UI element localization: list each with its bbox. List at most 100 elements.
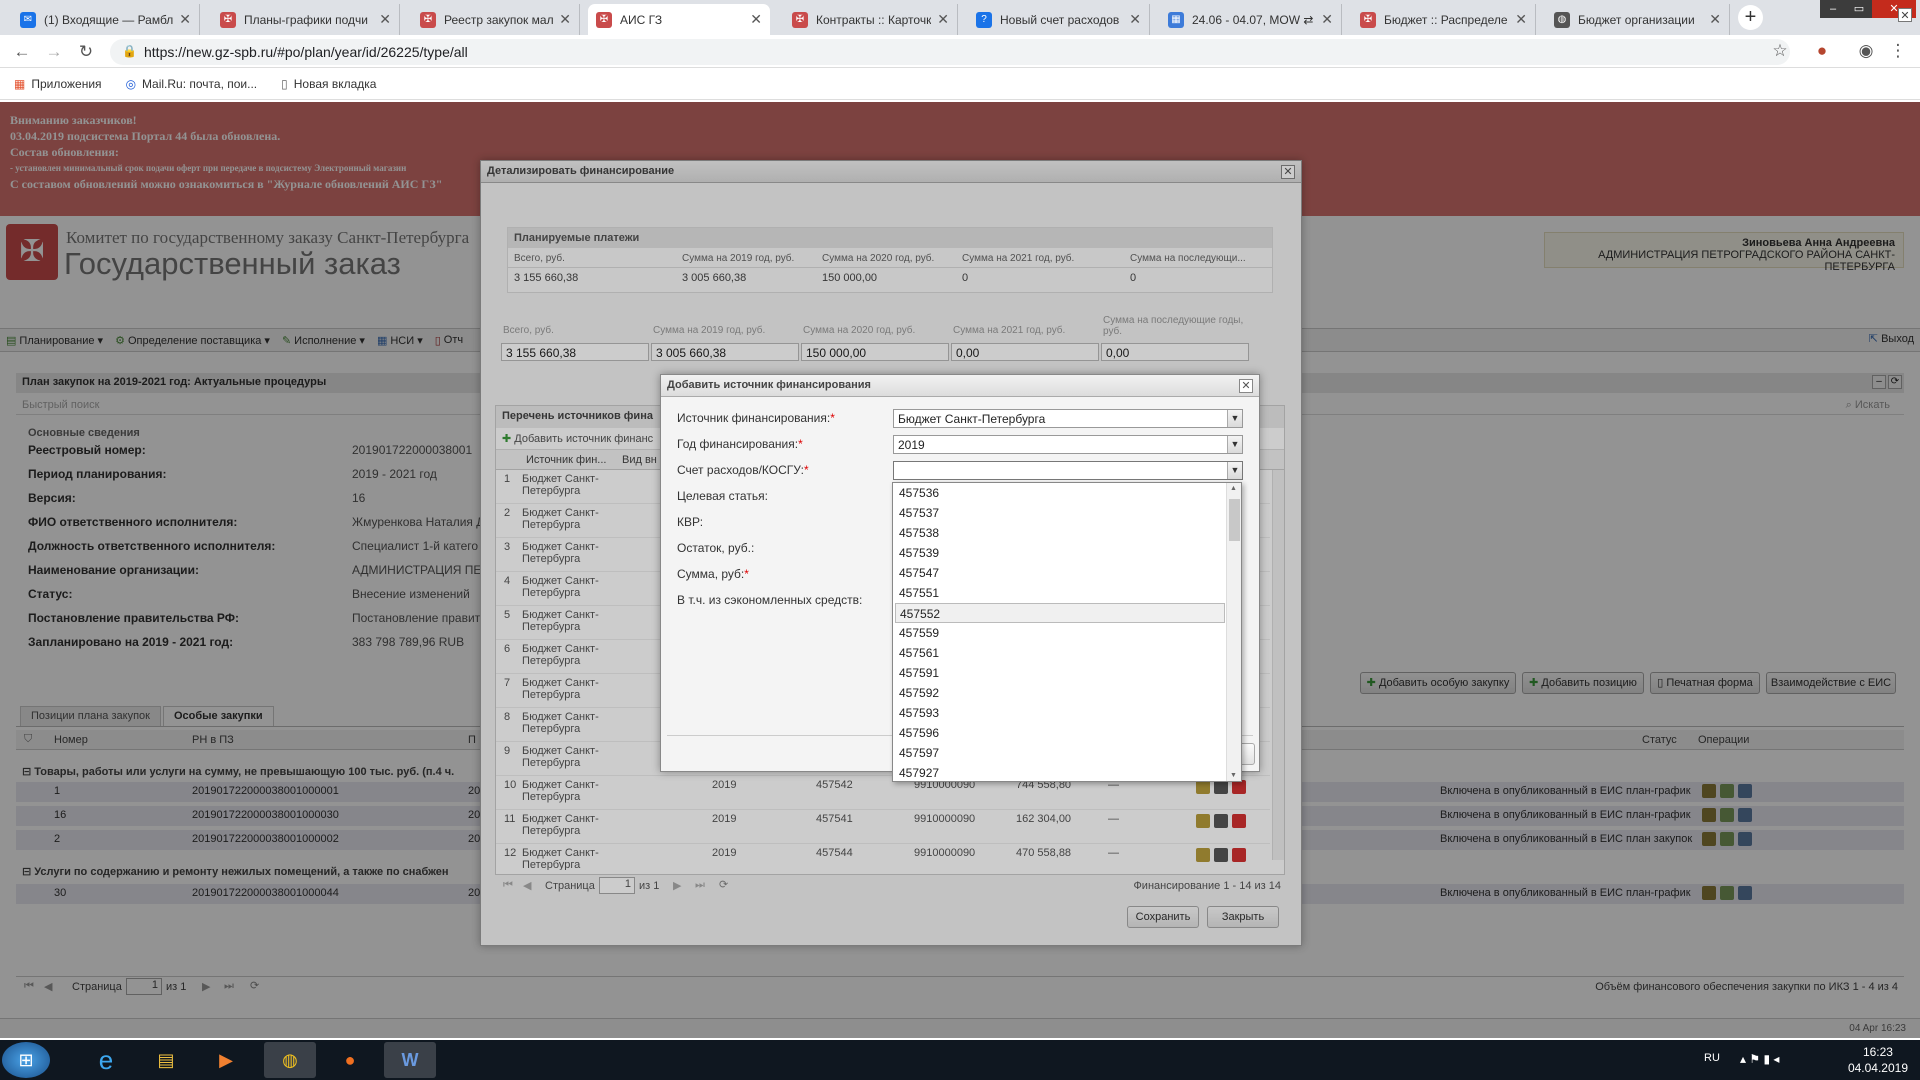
dropdown-option[interactable]: 457561 xyxy=(895,643,1225,663)
required-mark: * xyxy=(830,411,835,425)
reload-icon[interactable]: ↻ xyxy=(76,43,96,61)
tab-close-icon[interactable]: ✕ xyxy=(1129,11,1141,28)
tab-close-icon[interactable]: ✕ xyxy=(379,11,391,28)
dropdown-option[interactable]: 457552 xyxy=(895,603,1225,623)
browser-tab[interactable]: ✠ Реестр закупок малого ✕ xyxy=(412,4,580,35)
chevron-down-icon[interactable]: ▼ xyxy=(1227,462,1242,479)
browser-tab-bar: ✉ (1) Входящие — Рамбл ✕ ✠ Планы-графики под… xyxy=(0,0,1920,35)
browser-tab[interactable]: ✠ Бюджет :: Распределе ✕ xyxy=(1352,4,1536,35)
back-icon[interactable]: ← xyxy=(12,43,32,61)
tab-close-icon[interactable]: ✕ xyxy=(1515,11,1527,28)
gz-logo-icon: ✠ xyxy=(420,11,436,28)
tab-close-icon[interactable]: ✕ xyxy=(1709,11,1721,28)
dropdown-scrollbar[interactable]: ▲ ▼ xyxy=(1226,483,1241,781)
url-text: https://new.gz-spb.ru/#po/plan/year/id/2… xyxy=(144,44,468,60)
label-text: Год финансирования: xyxy=(677,437,799,451)
scroll-down-icon[interactable]: ▼ xyxy=(1230,772,1237,779)
browser-tab[interactable]: ✠ АИС ГЗ ✕ xyxy=(588,4,770,35)
dropdown-option[interactable]: 457927 xyxy=(895,763,1225,781)
start-button[interactable]: ⊞ xyxy=(2,1042,50,1078)
clock-date: 04.04.2019 xyxy=(1847,1061,1908,1075)
dropdown-option[interactable]: 457551 xyxy=(895,583,1225,603)
help-icon: ? xyxy=(976,11,992,28)
dropdown-option[interactable]: 457591 xyxy=(895,663,1225,683)
language-indicator[interactable]: RU xyxy=(1704,1052,1720,1064)
banner-close-icon[interactable]: ✕ xyxy=(1898,8,1912,22)
star-icon[interactable]: ☆ xyxy=(1770,42,1790,60)
browser-tab[interactable]: ✠ Планы-графики подчи ✕ xyxy=(212,4,400,35)
tab-title: АИС ГЗ xyxy=(620,12,663,27)
scroll-up-icon[interactable]: ▲ xyxy=(1230,485,1237,492)
field-label-kvr: КВР: xyxy=(677,515,704,529)
browser-tab[interactable]: ◍ Бюджет организации ✕ xyxy=(1546,4,1730,35)
browser-menu-icon[interactable]: ⋮ xyxy=(1888,42,1908,60)
dropdown-option[interactable]: 457547 xyxy=(895,563,1225,583)
required-mark: * xyxy=(744,567,749,581)
forward-icon[interactable]: → xyxy=(44,43,64,61)
label-text: Счет расходов/КОСГУ: xyxy=(677,463,804,477)
chevron-down-icon[interactable]: ▼ xyxy=(1227,436,1242,453)
maximize-button[interactable]: ▭ xyxy=(1846,0,1872,18)
bookmarks-bar: ▦ Приложения ◎ Mail.Ru: почта, пои... ▯ Нов… xyxy=(0,68,1920,100)
required-mark: * xyxy=(798,437,803,451)
browser-tab[interactable]: ✉ (1) Входящие — Рамбл ✕ xyxy=(12,4,200,35)
tab-title: 24.06 - 04.07, MOW ⇄ xyxy=(1192,12,1314,27)
select-value: 2019 xyxy=(898,438,925,452)
tab-title: Планы-графики подчи xyxy=(244,12,369,27)
mail-icon: ✉ xyxy=(20,11,36,28)
dropdown-option[interactable]: 457559 xyxy=(895,623,1225,643)
close-icon[interactable]: ✕ xyxy=(1239,379,1253,393)
year-select[interactable]: 2019 ▼ xyxy=(893,435,1243,454)
dropdown-option[interactable]: 457597 xyxy=(895,743,1225,763)
dropdown-option[interactable]: 457539 xyxy=(895,543,1225,563)
dropdown-option[interactable]: 457537 xyxy=(895,503,1225,523)
required-mark: * xyxy=(803,463,809,477)
field-label-kosgu: Счет расходов/КОСГУ:* xyxy=(677,463,809,477)
dropdown-option[interactable]: 457536 xyxy=(895,483,1225,503)
new-tab-button[interactable]: + xyxy=(1738,5,1763,30)
ie-icon[interactable]: e xyxy=(80,1042,132,1078)
tab-close-icon[interactable]: ✕ xyxy=(937,11,949,28)
word-icon[interactable]: W xyxy=(384,1042,436,1078)
browser-tab[interactable]: ? Новый счет расходов ✕ xyxy=(968,4,1150,35)
label-text: Сумма, руб: xyxy=(677,567,745,581)
tab-close-icon[interactable]: ✕ xyxy=(1321,11,1333,28)
dropdown-option[interactable]: 457593 xyxy=(895,703,1225,723)
tray-icons[interactable]: ▴ ⚑ ▮ ◂ xyxy=(1740,1052,1779,1066)
gz-logo-icon: ✠ xyxy=(792,11,808,28)
chevron-down-icon[interactable]: ▼ xyxy=(1227,410,1242,427)
tab-close-icon[interactable]: ✕ xyxy=(559,11,571,28)
bookmark-mailru[interactable]: ◎ Mail.Ru: почта, пои... xyxy=(126,77,258,91)
chrome-icon[interactable]: ◍ xyxy=(264,1042,316,1078)
clock[interactable]: 16:23 04.04.2019 xyxy=(1848,1044,1908,1076)
url-field[interactable]: 🔒 https://new.gz-spb.ru/#po/plan/year/id… xyxy=(110,39,1790,65)
dropdown-option[interactable]: 457592 xyxy=(895,683,1225,703)
bookmark-apps[interactable]: ▦ Приложения xyxy=(14,77,102,91)
kosgu-select[interactable]: ▼ xyxy=(893,461,1243,480)
globe-icon: ◍ xyxy=(1554,11,1570,28)
kosgu-dropdown-list[interactable]: 457536 457537 457538 457539 457547 457551 4575… xyxy=(892,482,1242,782)
clock-time: 16:23 xyxy=(1862,1045,1893,1059)
select-value: Бюджет Санкт-Петербурга xyxy=(898,412,1046,426)
tab-close-icon[interactable]: ✕ xyxy=(179,11,191,28)
bookmark-newtab[interactable]: ▯ Новая вкладка xyxy=(281,77,376,91)
dropdown-option[interactable]: 457538 xyxy=(895,523,1225,543)
explorer-icon[interactable]: ▤ xyxy=(140,1042,192,1078)
source-select[interactable]: Бюджет Санкт-Петербурга ▼ xyxy=(893,409,1243,428)
browser-tab[interactable]: ✠ Контракты :: Карточка ✕ xyxy=(784,4,958,35)
profile-icon[interactable]: ◉ xyxy=(1856,42,1876,60)
extension-icon[interactable]: ● xyxy=(1812,42,1832,60)
firefox-icon[interactable]: ● xyxy=(324,1042,376,1078)
tab-title: Контракты :: Карточка xyxy=(816,12,932,27)
media-player-icon[interactable]: ▶ xyxy=(200,1042,252,1078)
minimize-button[interactable]: – xyxy=(1820,0,1846,18)
dialog-title: Добавить источник финансирования xyxy=(661,375,1259,397)
field-label-year: Год финансирования:* xyxy=(677,437,803,451)
lock-icon: 🔒 xyxy=(122,44,137,58)
tab-close-icon[interactable]: ✕ xyxy=(750,11,762,28)
dropdown-option[interactable]: 457596 xyxy=(895,723,1225,743)
browser-tab[interactable]: ▦ 24.06 - 04.07, MOW ⇄ ✕ xyxy=(1160,4,1342,35)
field-label-target: Целевая статья: xyxy=(677,489,768,503)
page-icon: ▯ xyxy=(281,76,288,91)
scroll-thumb[interactable] xyxy=(1229,499,1240,541)
